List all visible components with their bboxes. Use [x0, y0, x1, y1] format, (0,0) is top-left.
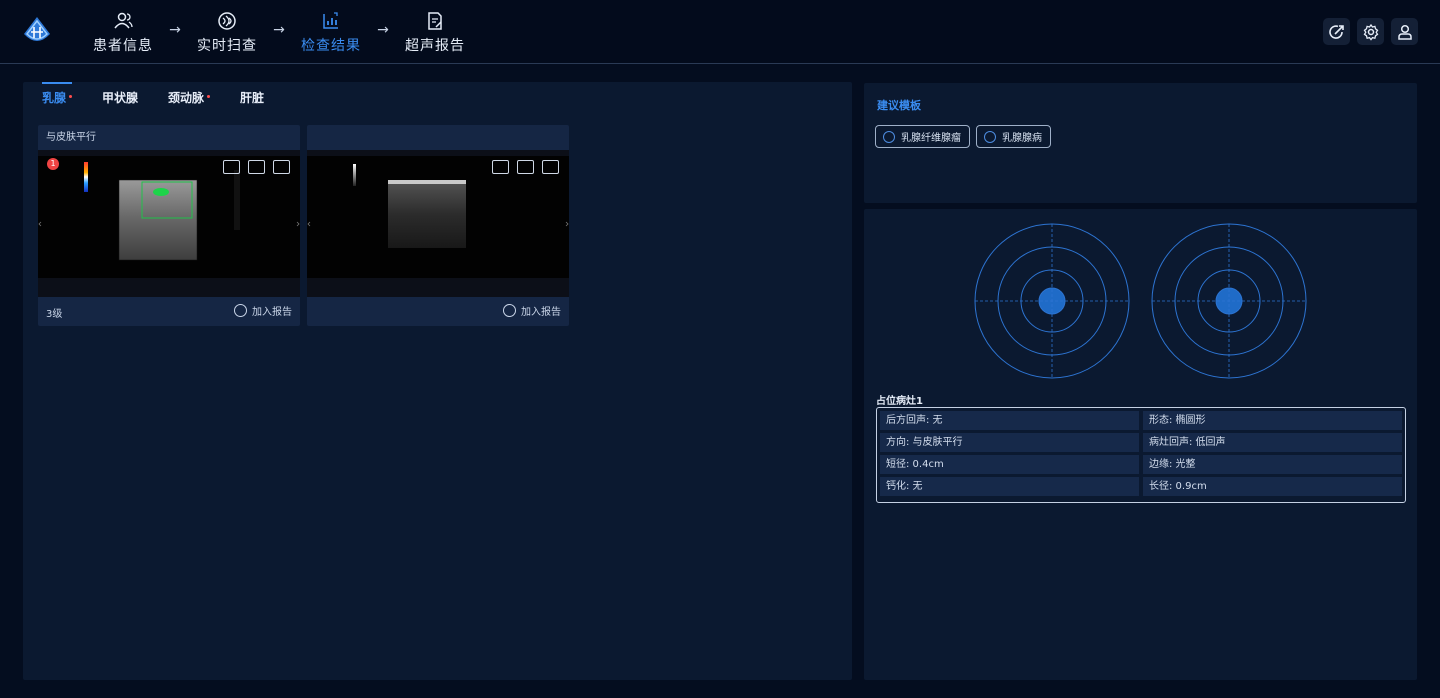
- lesion-panel: 占位病灶1 后方回声: 无 形态: 椭圆形 方向: 与皮肤平行 病灶回声: 低回…: [864, 209, 1417, 680]
- tab-liver[interactable]: 肝脏: [240, 82, 264, 114]
- ultrasound-card[interactable]: 加入报告: [307, 125, 569, 326]
- app-logo: [24, 17, 50, 41]
- chart-icon: [323, 12, 338, 29]
- lesion-attributes: 后方回声: 无 形态: 椭圆形 方向: 与皮肤平行 病灶回声: 低回声 短径: …: [876, 407, 1406, 503]
- image-tools: [492, 160, 559, 174]
- download-tool-icon[interactable]: [223, 160, 240, 174]
- settings-button[interactable]: [1357, 18, 1384, 45]
- template-option-adenosis[interactable]: 乳腺腺病: [976, 125, 1051, 148]
- step-ultrasound-report[interactable]: 超声报告: [402, 10, 468, 55]
- tab-label: 乳腺: [42, 91, 67, 105]
- organ-tabs: 乳腺 甲状腺 颈动脉 肝脏: [42, 82, 294, 114]
- tab-thyroid[interactable]: 甲状腺: [102, 82, 138, 114]
- add-to-report-label: 加入报告: [521, 307, 561, 318]
- top-header: 患者信息 → 实时扫查 → 检查结果 → 超声报告: [0, 0, 1440, 64]
- card-title: 与皮肤平行: [46, 132, 96, 143]
- share-button[interactable]: [1323, 18, 1350, 45]
- image-tools: [223, 160, 290, 174]
- radio-icon[interactable]: [234, 304, 247, 317]
- alert-dot: [69, 95, 73, 98]
- user-icon: [1397, 24, 1412, 40]
- lesion-attr-calcification: 钙化: 无: [880, 477, 1139, 496]
- ultrasound-image[interactable]: 1: [38, 150, 300, 297]
- step-label: 患者信息: [93, 38, 153, 54]
- lesion-attr-margin: 边缘: 光整: [1143, 455, 1402, 474]
- card-footer: 加入报告: [307, 297, 569, 326]
- step-realtime-scan[interactable]: 实时扫查: [194, 10, 260, 55]
- annotate-tool-icon[interactable]: [542, 160, 559, 174]
- header-actions: [1323, 18, 1418, 45]
- template-options: 乳腺纤维腺瘤 乳腺腺病: [875, 125, 1051, 148]
- scan-icon: [218, 12, 236, 30]
- breast-position-diagram: [974, 223, 1307, 379]
- report-icon: [428, 12, 442, 30]
- step-label: 超声报告: [405, 38, 465, 54]
- tab-carotid[interactable]: 颈动脉: [168, 82, 211, 114]
- right-breast-target-icon[interactable]: [1151, 223, 1307, 379]
- step-exam-results[interactable]: 检查结果: [298, 10, 364, 55]
- lesion-attr-posterior-echo: 后方回声: 无: [880, 411, 1139, 430]
- gear-icon: [1363, 23, 1378, 41]
- ultrasound-image[interactable]: [307, 150, 569, 297]
- radio-icon[interactable]: [503, 304, 516, 317]
- lesion-attr-long-diameter: 长径: 0.9cm: [1143, 477, 1402, 496]
- card-title: [307, 125, 569, 150]
- measure-tool-icon[interactable]: [248, 160, 265, 174]
- template-option-label: 乳腺纤维腺瘤: [901, 133, 961, 144]
- add-to-report-label: 加入报告: [252, 307, 292, 318]
- lesion-title: 占位病灶1: [876, 396, 923, 407]
- tab-label: 颈动脉: [168, 91, 205, 105]
- arrow-icon: →: [169, 22, 181, 38]
- left-breast-target-icon[interactable]: [974, 223, 1130, 379]
- finding-badge: 1: [47, 158, 59, 170]
- lesion-attr-short-diameter: 短径: 0.4cm: [880, 455, 1139, 474]
- users-icon: [114, 12, 133, 29]
- tab-label: 肝脏: [240, 91, 265, 105]
- arrow-icon: →: [377, 22, 389, 38]
- user-button[interactable]: [1391, 18, 1418, 45]
- template-panel: 建议模板 乳腺纤维腺瘤 乳腺腺病: [864, 83, 1417, 203]
- workflow-steps: 患者信息 → 实时扫查 → 检查结果 → 超声报告: [90, 10, 468, 55]
- lesion-attr-shape: 形态: 椭圆形: [1143, 411, 1402, 430]
- template-title: 建议模板: [877, 99, 921, 112]
- step-label: 检查结果: [301, 38, 361, 54]
- template-option-label: 乳腺腺病: [1002, 133, 1042, 144]
- tab-breast[interactable]: 乳腺: [42, 82, 73, 114]
- radio-icon[interactable]: [984, 130, 996, 143]
- alert-dot: [207, 95, 211, 98]
- template-option-fibroadenoma[interactable]: 乳腺纤维腺瘤: [875, 125, 970, 148]
- tab-label: 甲状腺: [102, 91, 139, 105]
- arrow-icon: →: [273, 22, 285, 38]
- measure-tool-icon[interactable]: [517, 160, 534, 174]
- lesion-attr-echo: 病灶回声: 低回声: [1143, 433, 1402, 452]
- radio-icon[interactable]: [883, 130, 895, 143]
- card-footer: 3级 加入报告: [38, 297, 300, 326]
- download-tool-icon[interactable]: [492, 160, 509, 174]
- ultrasound-card[interactable]: 与皮肤平行 1 3级 加入报告: [38, 125, 300, 326]
- annotate-tool-icon[interactable]: [273, 160, 290, 174]
- add-to-report-toggle[interactable]: 加入报告: [503, 303, 561, 318]
- step-patient-info[interactable]: 患者信息: [90, 10, 156, 55]
- grade-label: 3级: [46, 309, 63, 320]
- add-to-report-toggle[interactable]: 加入报告: [234, 303, 292, 318]
- results-panel: 乳腺 甲状腺 颈动脉 肝脏 与皮肤平行 1 3级 加入报告 加入报告: [23, 82, 852, 680]
- step-label: 实时扫查: [197, 38, 257, 54]
- lesion-attr-orientation: 方向: 与皮肤平行: [880, 433, 1139, 452]
- share-icon: [1328, 24, 1344, 39]
